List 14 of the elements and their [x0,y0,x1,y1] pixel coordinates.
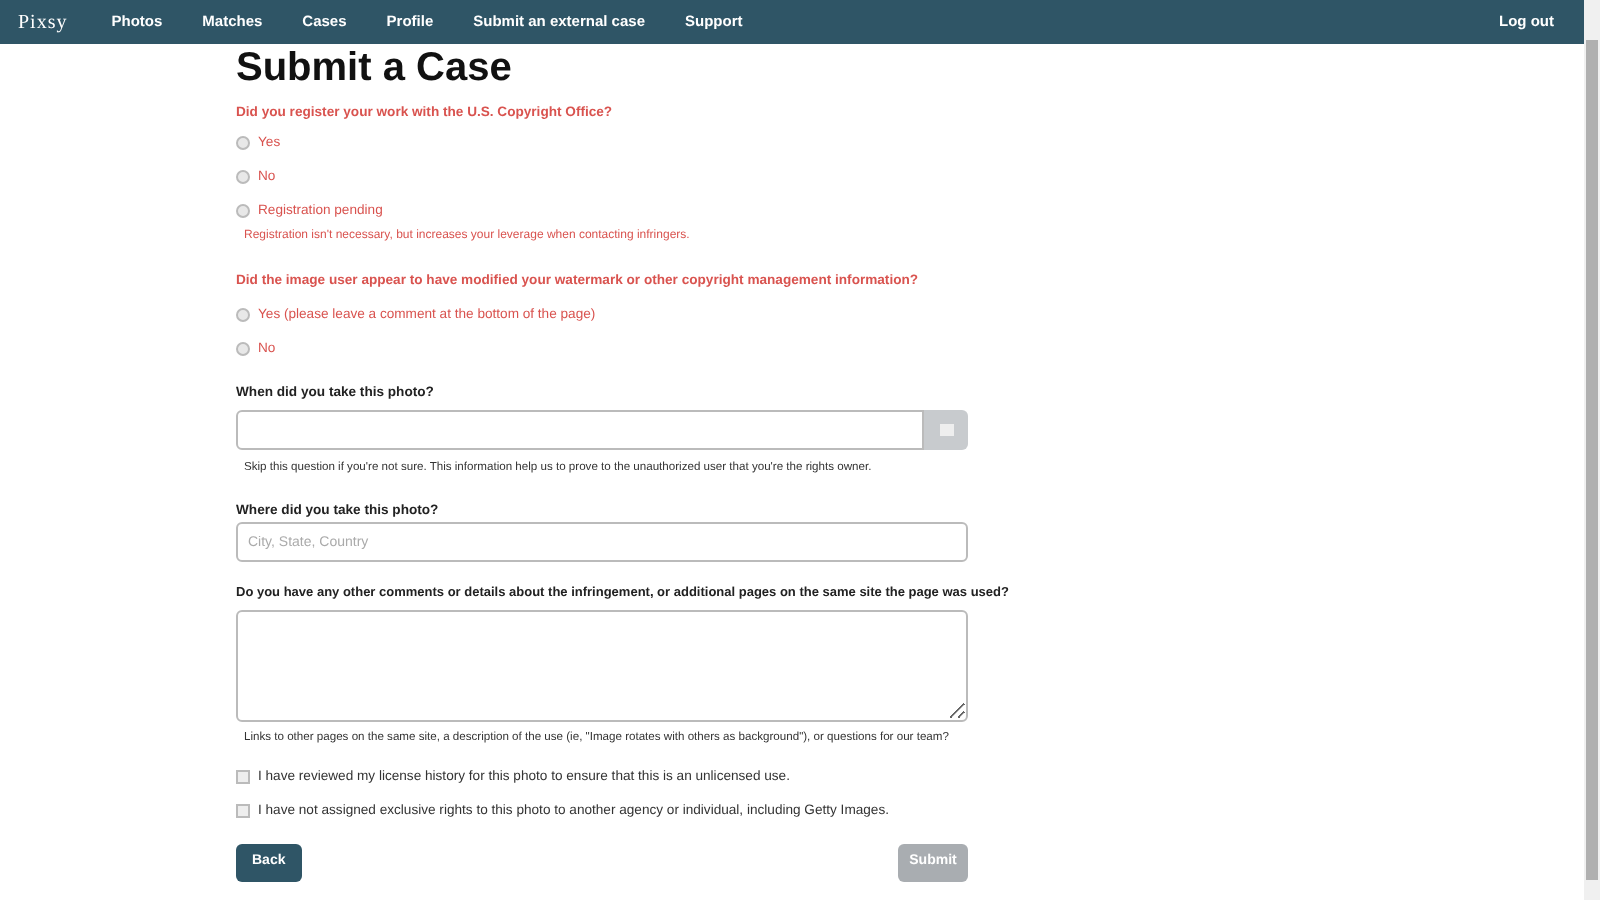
calendar-button[interactable] [924,410,968,450]
page-title: Submit a Case [236,46,512,90]
radio-button[interactable] [236,308,250,322]
logo[interactable]: Pixsy [18,7,68,37]
checkbox[interactable] [236,770,250,784]
scrollbar[interactable] [1584,0,1600,900]
radio-button[interactable] [236,170,250,184]
calendar-icon [939,424,953,436]
radio-button[interactable] [236,136,250,150]
radio-button[interactable] [236,204,250,218]
checkbox[interactable] [236,804,250,818]
comments-field[interactable] [236,610,968,722]
date-field[interactable] [236,410,924,450]
radio-button[interactable] [236,342,250,356]
